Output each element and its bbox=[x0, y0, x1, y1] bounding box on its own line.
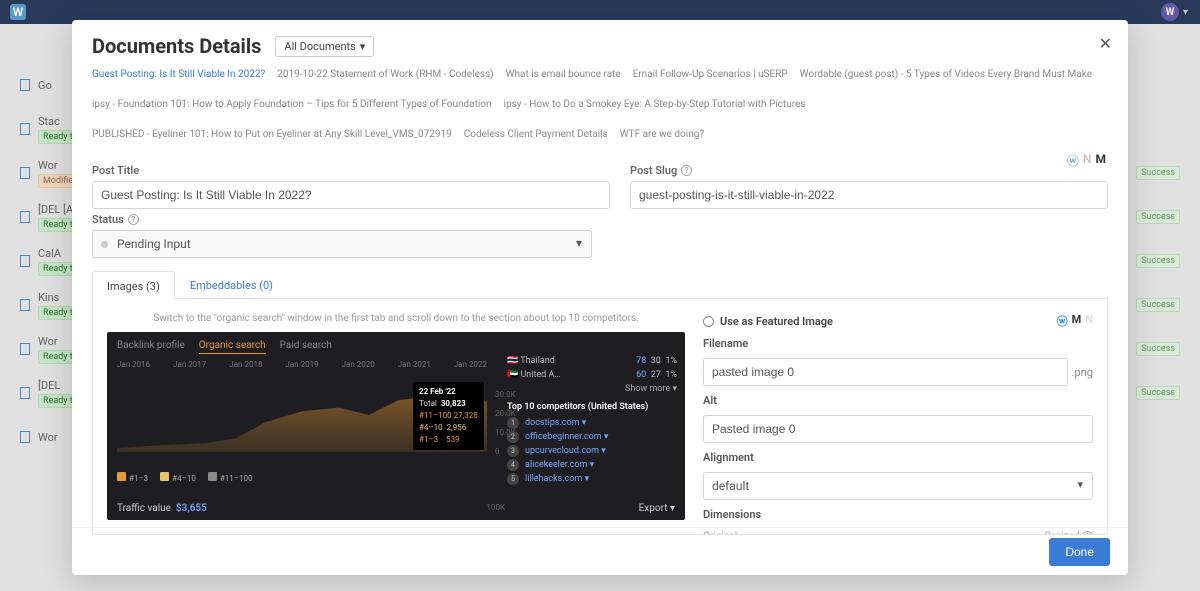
post-slug-field: Post Slug ? bbox=[630, 164, 1108, 209]
document-link[interactable]: Codeless Client Payment Details bbox=[464, 126, 608, 144]
document-link[interactable]: Guest Posting: Is It Still Viable In 202… bbox=[92, 66, 265, 84]
export-button: Export ▾ bbox=[639, 503, 675, 514]
filename-ext: .png bbox=[1072, 366, 1093, 379]
tab-images[interactable]: Images (3) bbox=[92, 271, 175, 299]
document-link[interactable]: What is email bounce rate bbox=[506, 66, 621, 84]
chevron-down-icon: ▾ bbox=[360, 40, 366, 53]
post-title-field: Post Title bbox=[92, 164, 610, 209]
filename-label: Filename bbox=[703, 337, 1093, 350]
document-link[interactable]: ipsy - Foundation 101: How to Apply Foun… bbox=[92, 96, 492, 114]
notion-icon: N bbox=[1085, 313, 1093, 329]
featured-image-label: Use as Featured Image bbox=[720, 315, 833, 328]
document-link[interactable]: PUBLISHED - Eyeliner 101: How to Put on … bbox=[92, 126, 452, 144]
competitor-row: 3upcurvecloud.com ▾ bbox=[507, 444, 677, 458]
status-select[interactable]: Pending Input bbox=[92, 230, 592, 258]
competitor-row: 4alicekeeler.com ▾ bbox=[507, 458, 677, 472]
traffic-value: $3,655 bbox=[176, 503, 207, 514]
dimensions-label: Dimensions bbox=[703, 508, 1093, 521]
medium-icon: M bbox=[1095, 152, 1106, 169]
alignment-select[interactable]: default bbox=[703, 472, 1093, 500]
alt-input[interactable] bbox=[703, 415, 1093, 443]
image-hint: Switch to the "organic search" window in… bbox=[107, 313, 685, 324]
competitor-row: 5lillehacks.com ▾ bbox=[507, 472, 677, 486]
document-link[interactable]: 2019-10-22 Statement of Work (RHM - Code… bbox=[277, 66, 493, 84]
chart-right-panel: 🇹🇭 Thailand78 30 1% 🇦🇪 United A…60 27 1%… bbox=[507, 354, 677, 486]
done-button[interactable]: Done bbox=[1049, 538, 1110, 566]
post-title-input[interactable] bbox=[92, 181, 610, 209]
document-link[interactable]: Wordable (guest post) - 5 Types of Video… bbox=[800, 66, 1092, 84]
traffic-chart: 22 Feb '22 Total 30,823 #11–100 27,328 #… bbox=[117, 360, 487, 468]
alignment-label: Alignment bbox=[703, 451, 1093, 464]
post-slug-label: Post Slug ? bbox=[630, 164, 1108, 177]
featured-image-row: Use as Featured Image ⓦ M N bbox=[703, 313, 1093, 329]
wordpress-icon: ⓦ bbox=[1067, 152, 1079, 169]
platform-icons: ⓦ N M bbox=[1067, 152, 1106, 169]
modal-title: Documents Details bbox=[92, 34, 261, 58]
filename-input[interactable] bbox=[703, 358, 1068, 386]
competitor-row: 1docstips.com ▾ bbox=[507, 416, 677, 430]
notion-icon: N bbox=[1083, 152, 1092, 169]
status-label: Status ? bbox=[92, 213, 592, 226]
post-title-label: Post Title bbox=[92, 164, 610, 177]
all-documents-label: All Documents bbox=[284, 40, 355, 53]
all-documents-dropdown[interactable]: All Documents ▾ bbox=[275, 36, 374, 57]
document-tabs-list: Guest Posting: Is It Still Viable In 202… bbox=[72, 66, 1128, 154]
post-slug-input[interactable] bbox=[630, 181, 1108, 209]
modal-overlay: Documents Details All Documents ▾ ✕ Gues… bbox=[0, 0, 1200, 591]
chart-tab-paid: Paid search bbox=[280, 340, 332, 354]
alt-label: Alt bbox=[703, 394, 1093, 407]
featured-image-radio[interactable] bbox=[703, 316, 714, 327]
wordpress-icon: ⓦ bbox=[1057, 313, 1068, 329]
image-panel: Switch to the "organic search" window in… bbox=[92, 299, 1108, 535]
close-icon[interactable]: ✕ bbox=[1099, 34, 1112, 53]
chart-tooltip: 22 Feb '22 Total 30,823 #11–100 27,328 #… bbox=[413, 382, 484, 450]
document-link[interactable]: WTF are we doing? bbox=[620, 126, 704, 144]
modal-header: Documents Details All Documents ▾ ✕ bbox=[72, 20, 1128, 66]
medium-icon: M bbox=[1072, 313, 1082, 329]
chart-tab-backlink: Backlink profile bbox=[117, 340, 185, 354]
status-value: Pending Input bbox=[117, 237, 191, 251]
chart-tab-organic: Organic search bbox=[199, 340, 266, 354]
help-icon[interactable]: ? bbox=[681, 165, 692, 176]
image-preview: Backlink profile Organic search Paid sea… bbox=[107, 332, 685, 520]
status-field: Status ? Pending Input bbox=[92, 213, 592, 258]
chart-x-axis: Jan 2016 Jan 2017 Jan 2018 Jan 2019 Jan … bbox=[117, 360, 487, 369]
traffic-value-label: Traffic value bbox=[117, 503, 171, 514]
show-more-link: Show more ▾ bbox=[507, 382, 677, 396]
document-details-modal: Documents Details All Documents ▾ ✕ Gues… bbox=[72, 20, 1128, 575]
help-icon[interactable]: ? bbox=[128, 214, 139, 225]
media-tabs: Images (3) Embeddables (0) bbox=[92, 270, 1108, 299]
competitor-row: 2officebeginner.com ▾ bbox=[507, 430, 677, 444]
tab-embeddables[interactable]: Embeddables (0) bbox=[175, 270, 288, 298]
modal-footer: Done bbox=[72, 527, 1128, 575]
competitors-title: Top 10 competitors (United States) bbox=[507, 402, 677, 412]
document-link[interactable]: ipsy - How to Do a Smokey Eye: A Step-by… bbox=[504, 96, 806, 114]
chart-tabs: Backlink profile Organic search Paid sea… bbox=[117, 340, 675, 354]
document-link[interactable]: Email Follow-Up Scenarios | uSERP bbox=[633, 66, 788, 84]
status-dot-icon bbox=[101, 241, 108, 248]
